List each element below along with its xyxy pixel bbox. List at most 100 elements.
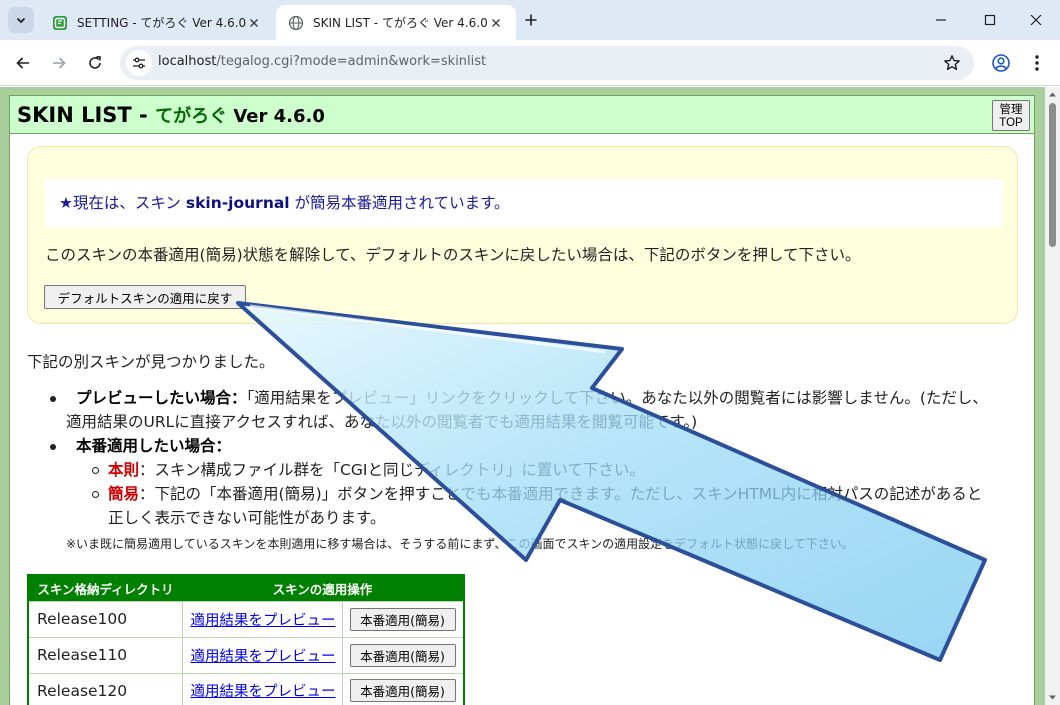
guide-rule-label: 本則 — [108, 461, 140, 479]
forward-arrow-icon — [53, 57, 66, 69]
apply-simple-button[interactable]: 本番適用(簡易) — [349, 643, 456, 667]
skin-table: スキン格納ディレクトリ スキンの適用操作 Release100 適用結果をプレビ… — [27, 574, 465, 705]
tab-strip: SETTING - てがろぐ Ver 4.6.0 SKIN LIST - てがろ… — [0, 0, 1060, 40]
preview-cell: 適用結果をプレビュー — [181, 672, 343, 705]
apply-simple-button[interactable]: 本番適用(簡易) — [349, 607, 456, 631]
current-skin-notice: ★現在は、スキン skin-journal が簡易本番適用されています。 このス… — [27, 146, 1018, 324]
tab-close-button[interactable] — [488, 15, 504, 31]
window-close-button[interactable] — [1012, 0, 1060, 40]
new-tab-button[interactable] — [520, 9, 542, 31]
url-path: /tegalog.cgi?mode=admin&work=skinlist — [216, 54, 487, 69]
table-row: Release110 適用結果をプレビュー 本番適用(簡易) — [27, 636, 465, 674]
globe-icon — [288, 15, 304, 31]
maximize-button[interactable] — [966, 0, 1014, 40]
tab-title: SKIN LIST - てがろぐ Ver 4.6.0 — [313, 16, 488, 30]
back-arrow-icon — [16, 57, 29, 69]
site-info-button[interactable] — [126, 50, 152, 76]
page-viewport: SKIN LIST - てがろぐ Ver 4.6.0 管理 TOP ★現在は、ス… — [0, 87, 1045, 705]
reload-icon — [89, 56, 101, 69]
table-row: Release120 適用結果をプレビュー 本番適用(簡易) — [27, 672, 465, 705]
bookmark-button[interactable] — [942, 53, 962, 73]
url-host: localhost — [158, 54, 217, 69]
maximize-icon — [984, 14, 996, 26]
bullet-circle — [92, 467, 99, 474]
guide-preview-heading: プレビューしたい場合： — [76, 389, 247, 407]
current-skin-name: skin-journal — [185, 194, 290, 212]
guide-simple-text-2: 正しく表示できない可能性があります。 — [108, 509, 386, 527]
apply-simple-button[interactable]: 本番適用(簡易) — [349, 679, 456, 703]
guide-preview-text: 「適用結果をプレビュー」リンクをクリックして下さい。あなた以外の閲覧者には影響し… — [246, 389, 988, 407]
plus-icon — [525, 14, 537, 26]
preview-link[interactable]: 適用結果をプレビュー — [191, 613, 336, 629]
skin-directory: Release110 — [27, 636, 183, 674]
back-button[interactable] — [9, 49, 37, 77]
forward-button[interactable] — [45, 49, 73, 77]
address-bar[interactable]: localhost/tegalog.cgi?mode=admin&work=sk… — [120, 46, 974, 80]
account-icon — [992, 54, 1010, 72]
usage-guide: プレビューしたい場合：「適用結果をプレビュー」リンクをクリックして下さい。あなた… — [50, 386, 1030, 556]
guide-simple-text: ：下記の「本番適用(簡易)」ボタンを押すことでも本番適用できます。ただし、スキン… — [139, 485, 983, 503]
minimize-icon — [936, 19, 946, 21]
skin-directory: Release100 — [27, 600, 183, 638]
bullet-dot — [50, 396, 56, 402]
scroll-down-arrow-icon[interactable] — [1048, 693, 1057, 702]
table-header-row: スキン格納ディレクトリ スキンの適用操作 — [28, 575, 464, 601]
tab-setting[interactable]: SETTING - てがろぐ Ver 4.6.0 — [40, 5, 274, 40]
guide-simple-label: 簡易 — [108, 485, 140, 503]
skins-found-text: 下記の別スキンが見つかりました。 — [27, 353, 275, 371]
status-prefix: ★現在は、スキン — [59, 194, 186, 212]
revert-default-skin-button[interactable]: デフォルトスキンの適用に戻す — [44, 285, 246, 309]
apply-cell: 本番適用(簡易) — [341, 600, 465, 638]
tegalog-favicon-icon — [52, 15, 68, 31]
browser-toolbar: localhost/tegalog.cgi?mode=admin&work=sk… — [0, 40, 1060, 86]
scrollbar-thumb[interactable] — [1049, 103, 1056, 247]
current-skin-status: ★現在は、スキン skin-journal が簡易本番適用されています。 — [45, 179, 1003, 227]
status-suffix: が簡易本番適用されています。 — [289, 194, 510, 212]
scroll-up-arrow-icon[interactable] — [1048, 90, 1057, 99]
skin-directory: Release120 — [27, 672, 183, 705]
guide-simple-item: 簡易：下記の「本番適用(簡易)」ボタンを押すことでも本番適用できます。ただし、ス… — [50, 482, 1030, 530]
tab-skin-list[interactable]: SKIN LIST - てがろぐ Ver 4.6.0 — [276, 5, 516, 40]
page-title: SKIN LIST - てがろぐ Ver 4.6.0 — [17, 102, 325, 128]
bullet-dot — [50, 444, 56, 450]
preview-link[interactable]: 適用結果をプレビュー — [191, 649, 336, 665]
page-title-version: Ver 4.6.0 — [227, 106, 325, 127]
close-icon — [250, 18, 258, 27]
tab-search-button[interactable] — [8, 7, 34, 33]
guide-production-item: 本番適用したい場合： — [50, 434, 1030, 458]
page-title-app: てがろぐ — [155, 106, 228, 127]
browser-menu-button[interactable] — [1023, 49, 1051, 77]
admin-top-button[interactable]: 管理 TOP — [992, 100, 1030, 131]
preview-cell: 適用結果をプレビュー — [181, 600, 343, 638]
column-header-directory: スキン格納ディレクトリ — [28, 575, 182, 601]
guide-preview-text-2: 適用結果のURLに直接アクセスすれば、あなた以外の閲覧者でも適用結果を閲覧可能で… — [66, 413, 698, 431]
reload-button[interactable] — [81, 49, 109, 77]
tab-title: SETTING - てがろぐ Ver 4.6.0 — [77, 16, 246, 30]
tab-close-button[interactable] — [246, 15, 262, 31]
profile-button[interactable] — [987, 49, 1015, 77]
guide-production-heading: 本番適用したい場合： — [76, 437, 232, 455]
preview-link[interactable]: 適用結果をプレビュー — [191, 684, 336, 700]
preview-cell: 適用結果をプレビュー — [181, 636, 343, 674]
tune-icon — [133, 57, 145, 69]
close-icon — [492, 18, 500, 27]
page-title-main: SKIN LIST - — [17, 103, 156, 127]
guide-rule-item: 本則：スキン構成ファイル群を「CGIと同じディレクトリ」に置いて下さい。 — [50, 458, 1030, 482]
kebab-menu-icon — [1035, 55, 1039, 71]
apply-cell: 本番適用(簡易) — [341, 636, 465, 674]
guide-note: ※いま既に簡易適用しているスキンを本則適用に移す場合は、そうする前にまず、この画… — [66, 537, 854, 551]
page-scrollbar[interactable] — [1045, 87, 1060, 705]
guide-preview-item: プレビューしたい場合：「適用結果をプレビュー」リンクをクリックして下さい。あなた… — [50, 386, 1030, 434]
column-header-actions: スキンの適用操作 — [182, 575, 464, 601]
url-text: localhost/tegalog.cgi?mode=admin&work=sk… — [158, 54, 486, 69]
chevron-down-icon — [16, 17, 26, 24]
revert-explanation: このスキンの本番適用(簡易)状態を解除して、デフォルトのスキンに戻したい場合は、… — [45, 246, 861, 264]
apply-cell: 本番適用(簡易) — [341, 672, 465, 705]
page-header: SKIN LIST - てがろぐ Ver 4.6.0 管理 TOP — [10, 96, 1034, 134]
close-icon — [1030, 14, 1042, 26]
star-icon — [944, 55, 960, 71]
guide-rule-text: ：スキン構成ファイル群を「CGIと同じディレクトリ」に置いて下さい。 — [139, 461, 645, 479]
minimize-button[interactable] — [917, 0, 965, 40]
page-container: SKIN LIST - てがろぐ Ver 4.6.0 管理 TOP ★現在は、ス… — [9, 95, 1035, 705]
bullet-circle — [92, 491, 99, 498]
